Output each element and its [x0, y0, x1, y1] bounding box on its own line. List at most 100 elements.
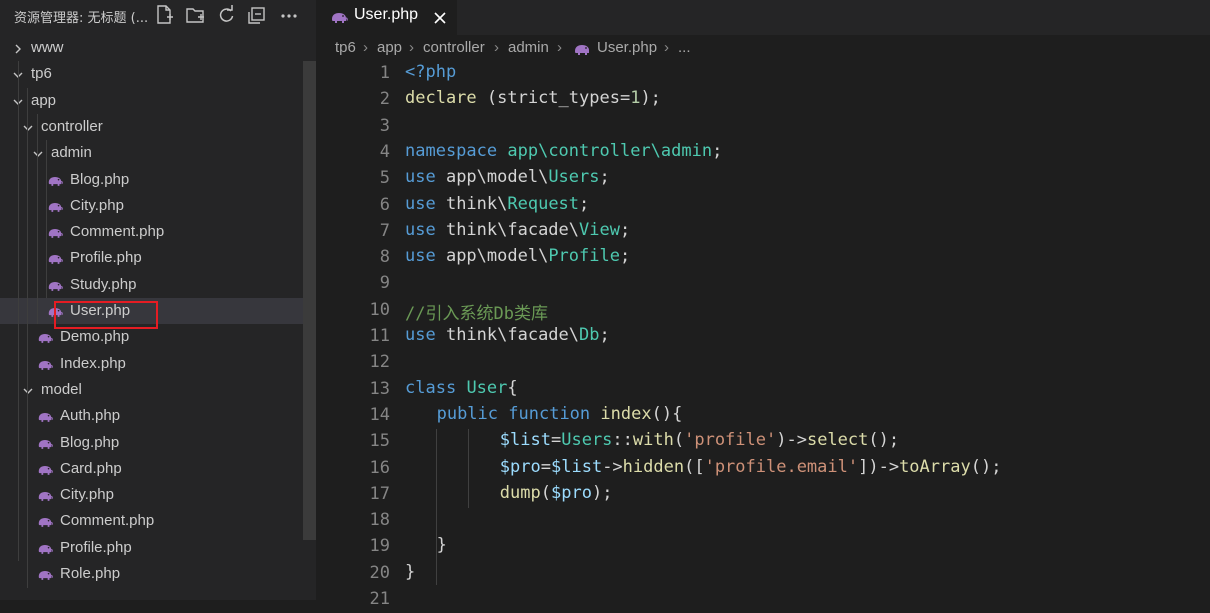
code-token: index	[600, 403, 652, 424]
code-line[interactable]: 19}	[316, 534, 1210, 560]
code-line[interactable]: 15 $list=Users::with('profile')->select()…	[316, 429, 1210, 455]
code-text: use app\model\Profile;	[405, 246, 630, 266]
code-token: use	[405, 246, 436, 267]
code-token: app\model\	[435, 246, 549, 267]
code-token: public	[436, 403, 499, 424]
tree-item-blog-php[interactable]: Blog.php	[0, 430, 316, 456]
tree-item-profile-php[interactable]: Profile.php	[0, 535, 316, 561]
tree-item-user-php[interactable]: User.php	[0, 298, 316, 324]
php-elephant-icon	[47, 278, 63, 292]
code-token: =	[550, 430, 562, 451]
code-token: ::	[612, 430, 633, 451]
code-line[interactable]: 9	[316, 271, 1210, 297]
breadcrumb-item[interactable]: User.php	[597, 39, 657, 56]
tree-item-demo-php[interactable]: Demo.php	[0, 324, 316, 350]
php-elephant-icon	[37, 567, 53, 581]
code-token: use	[405, 325, 436, 345]
code-line[interactable]: 1 <?php	[316, 61, 1210, 87]
tree-item-tp6[interactable]: tp6	[0, 61, 316, 87]
tree-item-controller[interactable]: controller	[0, 114, 316, 140]
breadcrumb-item[interactable]: ...	[678, 39, 691, 56]
sidebar-scrollbar[interactable]	[303, 61, 316, 540]
code-line[interactable]: 3	[316, 114, 1210, 140]
code-line[interactable]: 17 dump($pro);	[316, 482, 1210, 508]
code-token: 'profile'	[684, 430, 777, 451]
code-editor[interactable]: 1 <?php 2 declare (strict_types=1); 3 4 namesp…	[316, 61, 1210, 609]
code-token: {	[507, 377, 518, 398]
tree-item-role-php[interactable]: Role.php	[0, 561, 316, 587]
line-number: 16	[369, 457, 390, 478]
more-icon[interactable]	[278, 3, 300, 27]
tree-item-comment-php[interactable]: Comment.php	[0, 219, 316, 245]
code-token: think\	[435, 193, 508, 214]
code-token: (	[673, 430, 685, 451]
close-icon[interactable]	[432, 10, 448, 26]
breadcrumb-item[interactable]: tp6	[335, 39, 356, 56]
chevron-down-icon[interactable]	[21, 120, 35, 134]
collapse-all-icon[interactable]	[246, 3, 268, 27]
code-line[interactable]: 21	[316, 587, 1210, 613]
code-token: $pro	[551, 482, 592, 503]
tree-item-label: Comment.php	[60, 512, 155, 530]
tree-item-card-php[interactable]: Card.php	[0, 456, 316, 482]
code-line[interactable]: 7 use think\facade\View;	[316, 219, 1210, 245]
tree-item-www[interactable]: www	[0, 35, 316, 61]
tree-item-city-php[interactable]: City.php	[0, 193, 316, 219]
php-elephant-icon	[330, 10, 348, 25]
breadcrumb-item[interactable]: admin	[508, 39, 549, 56]
code-line[interactable]: 18	[316, 508, 1210, 534]
tab-user-php[interactable]: User.php	[316, 0, 457, 35]
code-line[interactable]: 12	[316, 350, 1210, 376]
line-number: 13	[369, 378, 390, 399]
code-line[interactable]: 10 //引入系统Db类库	[316, 298, 1210, 324]
chevron-down-icon[interactable]	[31, 146, 45, 160]
new-file-icon[interactable]	[153, 3, 175, 27]
tree-item-app[interactable]: app	[0, 88, 316, 114]
tree-item-label: Demo.php	[60, 328, 130, 346]
line-number: 18	[369, 510, 390, 531]
chevron-right-icon: ›	[494, 39, 499, 56]
code-token: 'profile.email'	[704, 456, 859, 477]
tree-item-label: tp6	[31, 65, 52, 83]
code-line[interactable]: 5 use app\model\Users;	[316, 166, 1210, 192]
tree-item-profile-php[interactable]: Profile.php	[0, 245, 316, 271]
tree-item-index-php[interactable]: Index.php	[0, 351, 316, 377]
chevron-down-icon[interactable]	[21, 383, 35, 397]
new-folder-icon[interactable]	[184, 3, 206, 27]
breadcrumb-item[interactable]: app	[377, 39, 402, 56]
tree-item-city-php[interactable]: City.php	[0, 482, 316, 508]
chevron-right-icon[interactable]	[11, 41, 25, 55]
code-token: );	[591, 482, 613, 503]
code-line[interactable]: 2 declare (strict_types=1);	[316, 87, 1210, 113]
tree-item-model[interactable]: model	[0, 377, 316, 403]
tree-item-admin[interactable]: admin	[0, 140, 316, 166]
tree-item-label: Role.php	[60, 565, 121, 582]
code-line[interactable]: 4 namespace app\controller\admin;	[316, 140, 1210, 166]
tree-item-label: Auth.php	[60, 407, 121, 425]
code-text: <?php	[405, 62, 456, 82]
tree-item-label: model	[41, 380, 82, 398]
php-elephant-icon	[47, 173, 63, 187]
tree-item-label: Study.php	[70, 275, 137, 293]
tree-item-label: controller	[41, 117, 103, 135]
breadcrumb-item[interactable]: controller	[423, 39, 485, 56]
annotation-highlight-box	[54, 301, 158, 329]
tree-item-study-php[interactable]: Study.php	[0, 272, 316, 298]
tree-indent-guide	[27, 88, 28, 588]
refresh-icon[interactable]	[215, 3, 237, 27]
tree-item-auth-php[interactable]: Auth.php	[0, 403, 316, 429]
tree-item-blog-php[interactable]: Blog.php	[0, 167, 316, 193]
line-number: 17	[369, 483, 390, 504]
code-line[interactable]: 20}	[316, 561, 1210, 587]
code-line[interactable]: 16 $pro=$list->hidden(['profile.email'])-…	[316, 456, 1210, 482]
code-line[interactable]: 13 class User{	[316, 377, 1210, 403]
code-line[interactable]: 6 use think\Request;	[316, 193, 1210, 219]
code-token: Profile	[548, 246, 620, 267]
tree-item-comment-php[interactable]: Comment.php	[0, 508, 316, 534]
code-line[interactable]: 14 public function index(){	[316, 403, 1210, 429]
code-line[interactable]: 11 use think\facade\Db;	[316, 324, 1210, 350]
code-line[interactable]: 8 use app\model\Profile;	[316, 245, 1210, 271]
code-token: }	[436, 535, 447, 556]
code-token: ();	[868, 430, 900, 451]
